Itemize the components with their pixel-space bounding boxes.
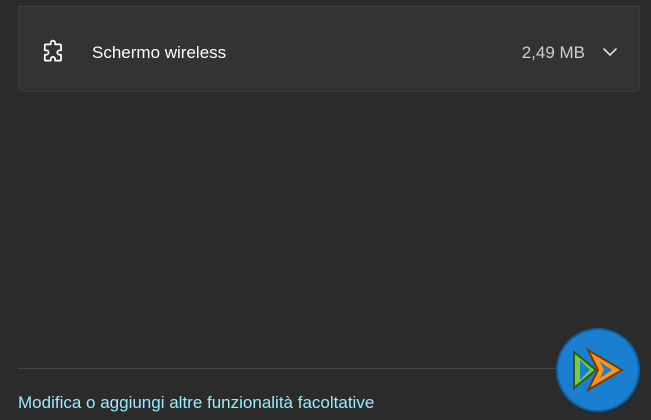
feature-item-wireless-display[interactable]: Schermo wireless 2,49 MB	[18, 7, 640, 92]
optional-features-panel: Schermo wireless 2,49 MB Modifica o aggi…	[0, 0, 651, 420]
more-optional-features-link[interactable]: Modifica o aggiungi altre funzionalità f…	[18, 393, 374, 413]
feature-size: 2,49 MB	[521, 43, 585, 62]
puzzle-icon	[41, 39, 67, 65]
footer-divider	[18, 368, 640, 369]
feature-name: Schermo wireless	[92, 43, 227, 62]
site-logo-icon	[556, 328, 640, 412]
chevron-down-icon[interactable]	[601, 43, 619, 61]
